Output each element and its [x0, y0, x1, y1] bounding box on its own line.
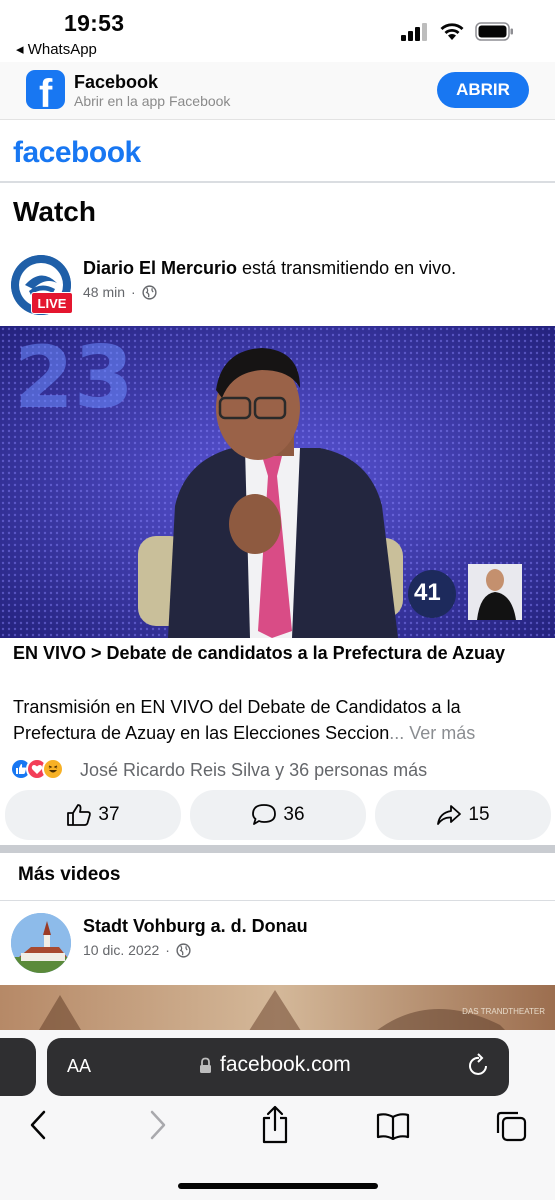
- banner-app-subtitle: Abrir en la app Facebook: [74, 93, 231, 109]
- share-arrow-icon: [437, 805, 462, 825]
- open-app-button[interactable]: ABRIR: [437, 72, 529, 108]
- text-size-button[interactable]: AA: [67, 1056, 91, 1077]
- live-badge: LIVE: [31, 292, 73, 314]
- video-watermark: DAS TRANDTHEATER: [462, 1007, 545, 1016]
- section-divider: [0, 845, 555, 853]
- forward-chevron-icon[interactable]: [148, 1108, 168, 1142]
- comment-button[interactable]: 36: [190, 790, 366, 840]
- reaction-icons[interactable]: [10, 758, 64, 780]
- more-videos-heading: Más videos: [18, 864, 121, 885]
- post-author-line: Diario El Mercurio está transmitiendo en…: [83, 258, 456, 279]
- cellular-signal-icon: [401, 22, 427, 41]
- post-time[interactable]: 48 min: [83, 284, 125, 300]
- facebook-logo[interactable]: facebook: [13, 136, 141, 170]
- meta-separator: ·: [131, 284, 136, 300]
- url-text: facebook.com: [220, 1053, 351, 1076]
- lock-icon: [200, 1057, 211, 1073]
- page-title: Watch: [13, 196, 96, 227]
- live-video-player[interactable]: 23 41: [0, 326, 555, 638]
- bookmarks-book-icon[interactable]: [376, 1112, 410, 1140]
- like-count: 37: [98, 804, 120, 825]
- banner-app-title: Facebook: [74, 72, 159, 92]
- more-video-date[interactable]: 10 dic. 2022: [83, 942, 159, 958]
- see-more-link[interactable]: ... Ver más: [389, 723, 475, 743]
- tabs-overview-icon[interactable]: [495, 1110, 527, 1142]
- reload-icon[interactable]: [467, 1053, 491, 1079]
- channel-logo-number: 41: [414, 579, 441, 606]
- like-button[interactable]: 37: [5, 790, 181, 840]
- back-chevron-icon[interactable]: [28, 1108, 48, 1142]
- battery-icon: [475, 22, 513, 41]
- background-number: 23: [14, 328, 134, 428]
- share-sheet-icon[interactable]: [260, 1104, 290, 1144]
- more-video-meta: 10 dic. 2022 ·: [83, 942, 191, 958]
- post-author-suffix: está transmitiendo en vivo.: [237, 258, 457, 278]
- home-indicator[interactable]: [178, 1183, 378, 1189]
- post-meta: 48 min ·: [83, 284, 157, 300]
- reactions-summary[interactable]: José Ricardo Reis Silva y 36 personas má…: [80, 760, 427, 781]
- share-button[interactable]: 15: [375, 790, 551, 840]
- haha-reaction-icon: [42, 758, 64, 780]
- thumbs-up-icon: [67, 804, 92, 826]
- address-bar[interactable]: AA facebook.com: [47, 1038, 509, 1096]
- post-title[interactable]: EN VIVO > Debate de candidatos a la Pref…: [13, 640, 543, 666]
- facebook-header: facebook: [0, 121, 555, 183]
- share-count: 15: [468, 804, 490, 825]
- open-in-app-banner: f Facebook Abrir en la app Facebook ABRI…: [0, 62, 555, 120]
- previous-tab-preview[interactable]: [0, 1038, 36, 1096]
- wifi-icon: [440, 23, 464, 40]
- status-time: 19:53: [64, 10, 125, 36]
- status-bar: 19:53 ◂ WhatsApp: [0, 0, 555, 62]
- divider: [0, 900, 555, 901]
- back-to-whatsapp-link[interactable]: ◂ WhatsApp: [16, 40, 97, 58]
- globe-icon: [142, 284, 157, 300]
- url-display: facebook.com: [199, 1053, 351, 1077]
- stadt-vohburg-avatar[interactable]: [11, 913, 71, 973]
- meta-separator: ·: [165, 942, 170, 958]
- comment-bubble-icon: [252, 804, 277, 825]
- more-video-author[interactable]: Stadt Vohburg a. d. Donau: [83, 916, 308, 937]
- comment-count: 36: [283, 804, 305, 825]
- globe-icon: [176, 942, 191, 958]
- post-description: Transmisión en EN VIVO del Debate de Can…: [13, 694, 548, 746]
- facebook-app-icon: f: [26, 70, 65, 109]
- post-author-name[interactable]: Diario El Mercurio: [83, 258, 237, 278]
- status-icons: [401, 22, 515, 41]
